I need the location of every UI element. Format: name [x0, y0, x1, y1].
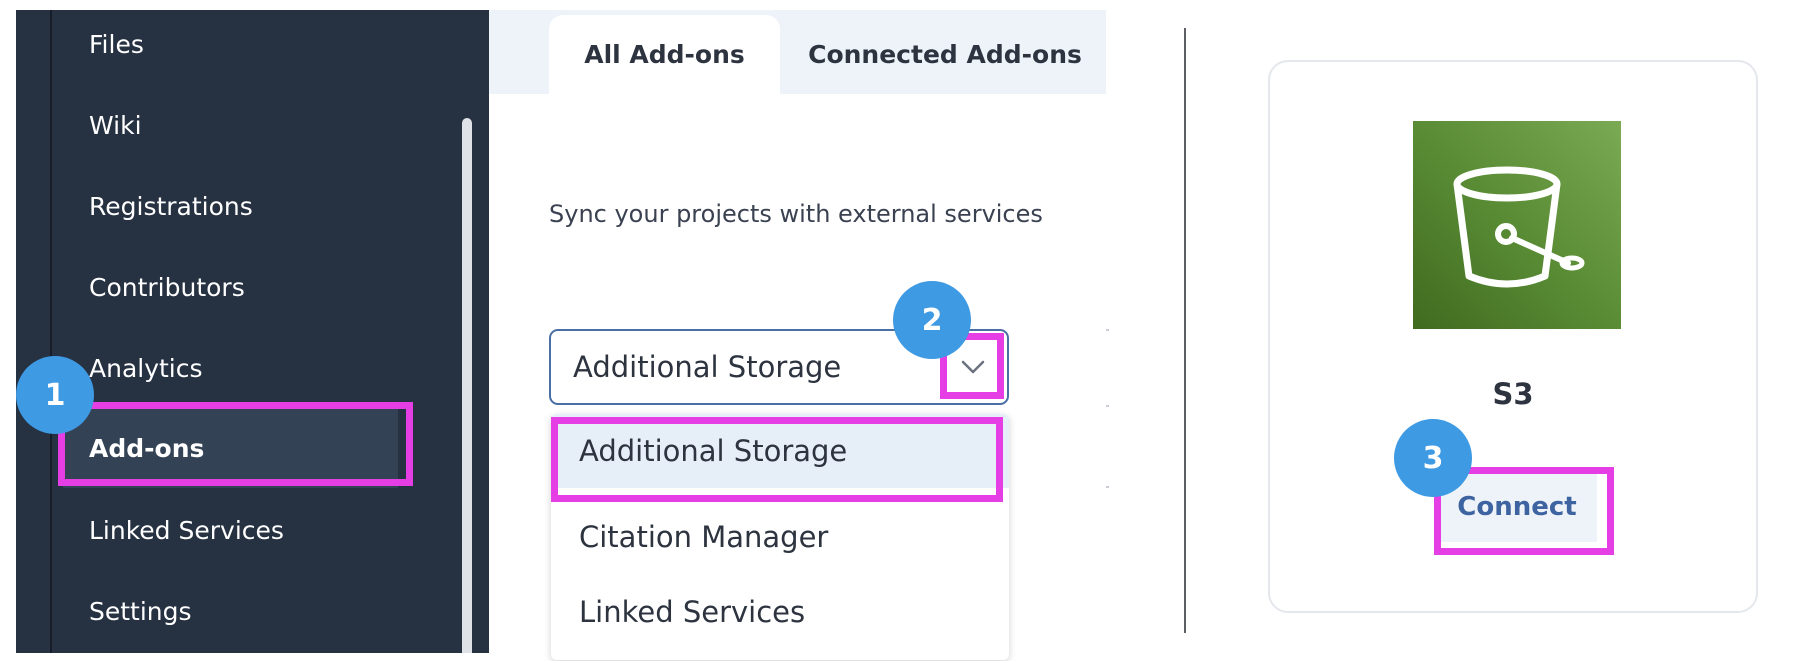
connect-button-label: Connect — [1457, 492, 1577, 522]
sidebar-item-wiki[interactable]: Wiki — [89, 95, 419, 155]
category-select-value: Additional Storage — [573, 350, 842, 384]
option-label: Additional Storage — [579, 434, 848, 468]
option-label: Linked Services — [579, 595, 806, 629]
sidebar-item-registrations[interactable]: Registrations — [89, 176, 419, 236]
bucket-icon — [1413, 121, 1621, 329]
dropdown-option-linked-services[interactable]: Linked Services — [551, 575, 1009, 649]
step-badge-3: 3 — [1394, 419, 1472, 497]
panel-description: Sync your projects with external service… — [549, 200, 1043, 228]
sidebar-item-label: Add-ons — [89, 434, 205, 463]
step-badge-2: 2 — [893, 281, 971, 359]
sidebar-item-contributors[interactable]: Contributors — [89, 257, 419, 317]
dropdown-option-additional-storage[interactable]: Additional Storage — [551, 414, 1009, 488]
tab-label: Connected Add-ons — [808, 40, 1082, 69]
category-dropdown-menu: Additional Storage Citation Manager Link… — [551, 414, 1009, 660]
sidebar-item-add-ons[interactable]: Add-ons — [63, 409, 398, 488]
sidebar-item-settings[interactable]: Settings — [89, 581, 419, 641]
sidebar-item-linked-services[interactable]: Linked Services — [89, 500, 419, 560]
sidebar-item-label: Analytics — [89, 353, 203, 383]
project-sidebar: Files Wiki Registrations Contributors An… — [16, 10, 489, 653]
sidebar-item-files[interactable]: Files — [89, 14, 419, 74]
sidebar-item-label: Contributors — [89, 272, 245, 302]
tab-strip: All Add-ons Connected Add-ons — [489, 10, 1106, 94]
add-ons-panel: All Add-ons Connected Add-ons Sync your … — [489, 10, 1109, 660]
sidebar-item-label: Registrations — [89, 191, 253, 221]
sidebar-rail — [50, 10, 52, 653]
sidebar-item-label: Settings — [89, 596, 192, 626]
step-badge-1: 1 — [16, 356, 94, 434]
option-label: Citation Manager — [579, 520, 829, 554]
section-divider — [1184, 28, 1186, 633]
sidebar-item-label: Wiki — [89, 110, 142, 140]
s3-add-on-card: S3 Connect — [1268, 60, 1758, 613]
card-title: S3 — [1492, 377, 1534, 411]
tab-label: All Add-ons — [584, 40, 745, 69]
tab-all-add-ons[interactable]: All Add-ons — [549, 15, 780, 94]
dropdown-option-citation-manager[interactable]: Citation Manager — [551, 500, 1009, 574]
screenshot-canvas: Files Wiki Registrations Contributors An… — [0, 0, 1800, 661]
sidebar-item-label: Linked Services — [89, 515, 284, 545]
sidebar-item-label: Files — [89, 29, 144, 59]
tab-connected-add-ons[interactable]: Connected Add-ons — [795, 15, 1095, 94]
sidebar-item-analytics[interactable]: Analytics — [89, 338, 419, 398]
sidebar-scrollbar[interactable] — [462, 118, 472, 653]
